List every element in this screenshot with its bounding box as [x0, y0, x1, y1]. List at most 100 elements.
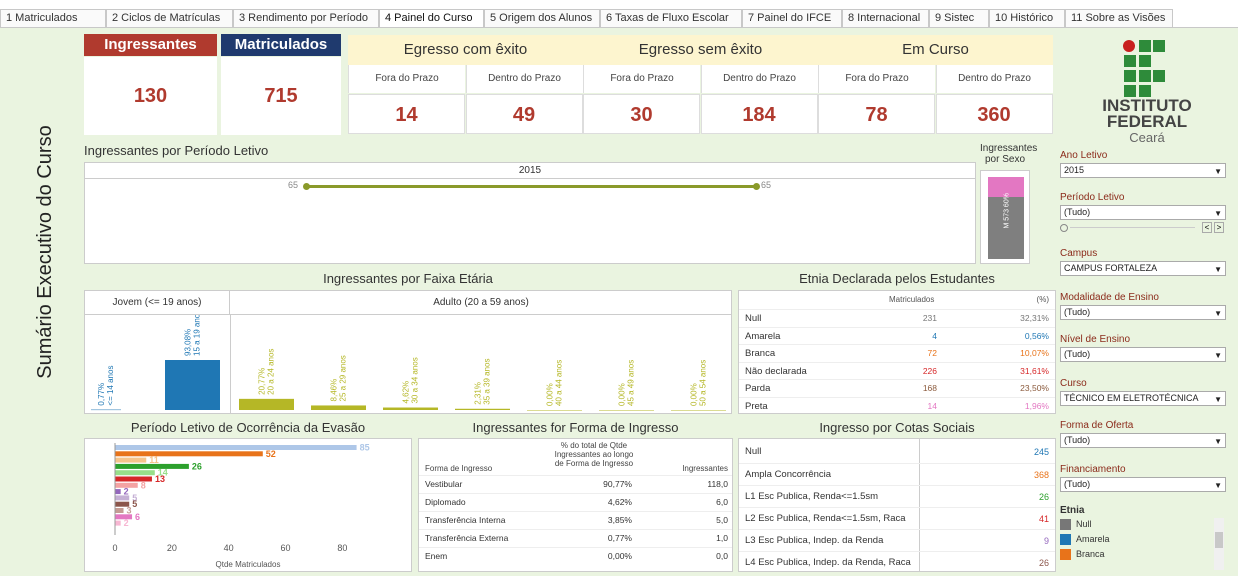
forma-table: Forma de Ingresso % do total de Qtde Ing… [418, 438, 733, 572]
cotas-value: 26 [1038, 558, 1049, 568]
filter-value: (Tudo) [1064, 349, 1091, 359]
etnia-value: 14 [927, 400, 937, 411]
filter-dropdown[interactable]: (Tudo) ▼ [1060, 305, 1226, 320]
next-icon[interactable]: > [1214, 222, 1224, 233]
tab-10[interactable]: 10 Histórico [989, 9, 1065, 27]
forma-val: 118,0 [707, 479, 728, 489]
etnia-name: Parda [745, 383, 771, 394]
kpi-sub-4: Fora do Prazo [818, 65, 935, 93]
tab-2[interactable]: 2 Ciclos de Matrículas [106, 9, 233, 27]
filter-value: TÉCNICO EM ELETROTÉCNICA [1064, 393, 1199, 403]
periodo-point-right [753, 183, 760, 190]
evasao-bar-1 [115, 445, 357, 450]
faixa-bar-1 [165, 360, 220, 410]
etnia-pct: 31,61% [1020, 365, 1049, 376]
evasao-val-1: 85 [360, 443, 370, 453]
etnia-pct: 32,31% [1020, 313, 1049, 323]
etnia-name: Preta [745, 400, 768, 412]
legend-item[interactable]: Branca [1060, 548, 1110, 563]
forma-name: Enem [425, 551, 448, 561]
etnia-name: Branca [745, 348, 776, 359]
evasao-title: Período Letivo de Ocorrência da Evasão [84, 419, 412, 437]
tab-8[interactable]: 8 Internacional [842, 9, 929, 27]
kpi-value-5: 360 [935, 94, 1053, 134]
chevron-down-icon: ▼ [1214, 265, 1222, 274]
logo-line3: Ceará [1129, 130, 1165, 145]
sexo-label-m: M [1003, 222, 1011, 229]
filter-label: Ano Letivo [1060, 150, 1108, 161]
forma-h3: Ingressantes [682, 464, 728, 473]
filter-value: (Tudo) [1064, 207, 1091, 217]
filter-dropdown[interactable]: (Tudo) ▼ [1060, 433, 1226, 448]
kpi-value-0: 14 [348, 94, 465, 134]
forma-h1: Forma de Ingresso [425, 464, 493, 473]
etnia-value: 231 [922, 313, 937, 323]
cotas-name: L2 Esc Publica, Renda<=1.5sm, Raca [745, 513, 906, 524]
faixa-bar-5 [455, 408, 510, 410]
tab-3[interactable]: 3 Rendimento por Período [233, 9, 379, 27]
periodo-line [305, 185, 757, 188]
ifce-logo-icon [1123, 40, 1165, 97]
etnia-name: Null [745, 313, 762, 324]
cotas-name: L1 Esc Publica, Renda<=1.5sm [745, 491, 879, 502]
tab-7[interactable]: 7 Painel do IFCE [742, 9, 842, 27]
legend-item[interactable]: Null [1060, 518, 1110, 533]
periodo-title: Ingressantes por Período Letivo [84, 143, 484, 158]
tab-4[interactable]: 4 Painel do Curso [379, 9, 484, 27]
faixa-bar-7 [599, 410, 654, 411]
forma-row: Vestibular 90,77% 118,0 [419, 475, 732, 492]
kpi-value-4: 78 [818, 94, 935, 134]
etnia-row: Null 231 32,31% [739, 309, 1055, 326]
tab-11[interactable]: 11 Sobre as Visões [1065, 9, 1173, 27]
cotas-name: Null [745, 446, 762, 457]
filter-dropdown[interactable]: TÉCNICO EM ELETROTÉCNICA ▼ [1060, 391, 1226, 406]
chevron-down-icon: ▼ [1214, 481, 1222, 490]
legend-item[interactable]: Amarela [1060, 533, 1110, 548]
chevron-down-icon: ▼ [1214, 351, 1222, 360]
faixa-lab-0: <= 14 anos [106, 366, 115, 406]
forma-pct: 0,77% [607, 533, 632, 543]
group-egresso-sem-exito: Egresso sem êxito [583, 35, 818, 65]
prev-icon[interactable]: < [1202, 222, 1212, 233]
evasao-bar-4 [115, 463, 189, 469]
filter-4: Nível de Ensino (Tudo) ▼ [1060, 334, 1226, 362]
forma-pct: 4,62% [607, 497, 632, 507]
faixa-bars: 0,77% <= 14 anos93,08% 15 a 19 anos20,77% 2… [91, 315, 726, 411]
filter-dropdown[interactable]: (Tudo) ▼ [1060, 477, 1226, 492]
kpi-sub-5: Dentro do Prazo [935, 65, 1053, 93]
etnia-row: Parda 168 23,50% [739, 379, 1055, 396]
periodo-slider[interactable]: < > [1060, 222, 1226, 234]
cotas-value: 245 [1033, 447, 1049, 457]
tab-9[interactable]: 9 Sistec [929, 9, 989, 27]
etnia-value: 168 [922, 383, 937, 393]
faixa-pct-6: 0,00% [546, 383, 555, 406]
evasao-val-7: 8 [141, 480, 146, 490]
evasao-bar-11 [115, 508, 124, 513]
filter-dropdown[interactable]: CAMPUS FORTALEZA ▼ [1060, 261, 1226, 276]
filter-value: 2015 [1064, 165, 1085, 175]
evasao-bar-13 [115, 520, 121, 526]
etnia-legend: Etnia Null Amarela Branca [1060, 505, 1110, 563]
etnia-pct: 10,07% [1020, 348, 1049, 358]
slider-handle-icon[interactable] [1060, 224, 1068, 232]
tab-1[interactable]: 1 Matriculados [0, 9, 106, 27]
faixa-lab-3: 25 a 29 anos [339, 355, 348, 401]
tab-5[interactable]: 5 Origem dos Alunos [484, 9, 600, 27]
evasao-val-13: 2 [124, 518, 129, 528]
legend-scrollbar[interactable] [1214, 518, 1224, 570]
evasao-bar-2 [115, 451, 263, 457]
forma-h2a: % do total de Qtde [560, 441, 628, 450]
cotas-row: Ampla Concorrência 368 [739, 463, 1055, 485]
cotas-name: L3 Esc Publica, Indep. da Renda [745, 535, 884, 546]
filter-dropdown[interactable]: (Tudo) ▼ [1060, 205, 1226, 220]
periodo-year: 2015 [85, 163, 975, 179]
tab-6[interactable]: 6 Taxas de Fluxo Escolar [600, 9, 742, 27]
filter-dropdown[interactable]: (Tudo) ▼ [1060, 347, 1226, 362]
forma-pct: 3,85% [607, 515, 632, 525]
faixa-pct-5: 2,31% [474, 382, 483, 405]
evasao-bar-9 [115, 495, 130, 501]
sexo-chart: M 573 60% [980, 170, 1030, 264]
legend-swatch [1060, 519, 1071, 531]
cotas-title: Ingresso por Cotas Sociais [738, 419, 1056, 437]
filter-dropdown[interactable]: 2015 ▼ [1060, 163, 1226, 178]
